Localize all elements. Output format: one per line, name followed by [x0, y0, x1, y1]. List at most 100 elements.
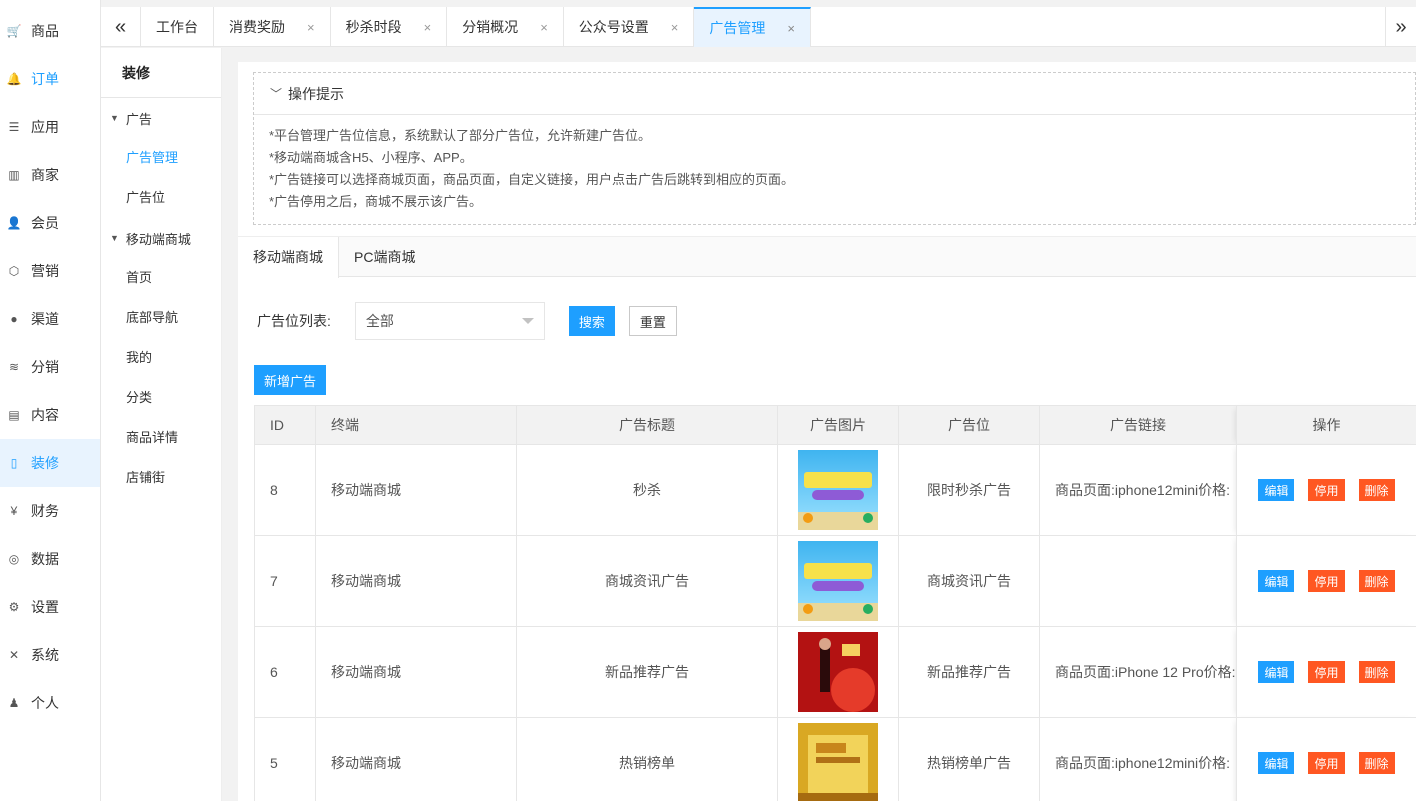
- nav-item-12[interactable]: ⚙ 设置: [0, 583, 100, 631]
- nav-item-label: 分销: [31, 359, 59, 375]
- tab-label: 公众号设置: [578, 19, 649, 35]
- tip-line: *移动端商城含H5、小程序、APP。: [269, 150, 473, 165]
- chevron-down-icon: ﹀: [270, 87, 283, 101]
- cell-terminal: 移动端商城: [315, 535, 517, 627]
- disable-button[interactable]: 停用: [1308, 570, 1345, 592]
- row-actions: 编辑 停用 删除: [1237, 479, 1416, 501]
- delete-button[interactable]: 删除: [1358, 661, 1395, 683]
- nav-item-label: 装修: [31, 455, 59, 471]
- cell-terminal: 移动端商城: [315, 717, 517, 801]
- tab-1[interactable]: 消费奖励 ×: [214, 7, 331, 47]
- table-body: 8 移动端商城 秒杀 限时秒杀广告 商品页面:iphone12mini价格: 编辑 停用 删除…: [254, 444, 1416, 801]
- position-select-value: 全部: [365, 313, 394, 329]
- terminal-tab-0[interactable]: 移动端商城: [238, 237, 339, 278]
- filter-bar: 广告位列表: 全部 搜索 重置: [257, 302, 677, 340]
- triangle-down-icon: ▼: [110, 113, 119, 123]
- disable-button[interactable]: 停用: [1308, 752, 1345, 774]
- terminal-tab-1[interactable]: PC端商城: [339, 237, 430, 277]
- nav-item-10[interactable]: ¥ 财务: [0, 487, 100, 535]
- close-icon[interactable]: ×: [671, 20, 679, 35]
- tabs-prev-icon[interactable]: «: [101, 7, 141, 47]
- subnav-group-label: 广告: [125, 111, 152, 127]
- cell-terminal: 移动端商城: [315, 626, 517, 718]
- close-icon[interactable]: ×: [424, 20, 432, 35]
- tab-5[interactable]: 广告管理 ×: [694, 7, 811, 47]
- subnav-item[interactable]: 底部导航: [101, 298, 221, 338]
- nav-item-4[interactable]: 👤 会员: [0, 199, 100, 247]
- nav-item-5[interactable]: ⬡ 营销: [0, 247, 100, 295]
- subnav-item[interactable]: 广告位: [101, 178, 221, 218]
- tab-2[interactable]: 秒杀时段 ×: [331, 7, 448, 47]
- nav-item-3[interactable]: ▥ 商家: [0, 151, 100, 199]
- ad-thumbnail: [798, 541, 878, 621]
- tabs-next-icon[interactable]: »: [1385, 7, 1416, 47]
- tips-header[interactable]: ﹀ 操作提示: [254, 73, 1415, 115]
- tab-label: 分销概况: [462, 19, 519, 35]
- subnav-item[interactable]: 商品详情: [101, 418, 221, 458]
- ad-thumbnail: [798, 450, 878, 530]
- search-button[interactable]: 搜索: [568, 306, 615, 336]
- nav-item-13[interactable]: ✕ 系统: [0, 631, 100, 679]
- col-title: 广告标题: [516, 405, 778, 445]
- close-icon[interactable]: ×: [540, 20, 548, 35]
- user-icon: 👤: [6, 216, 22, 230]
- channel-icon: ●: [10, 312, 18, 326]
- tab-0[interactable]: 工作台: [141, 7, 214, 47]
- edit-button[interactable]: 编辑: [1258, 752, 1295, 774]
- reset-button[interactable]: 重置: [628, 306, 677, 336]
- position-select[interactable]: 全部: [354, 302, 545, 340]
- subnav-item[interactable]: 广告管理: [101, 138, 221, 178]
- nav-item-0[interactable]: 🛒 商品: [0, 7, 100, 55]
- nav-item-label: 渠道: [31, 311, 59, 327]
- subnav-item[interactable]: 我的: [101, 338, 221, 378]
- nav-item-14[interactable]: ♟ 个人: [0, 679, 100, 727]
- tab-label: 广告管理: [709, 20, 766, 36]
- cell-link: 商品页面:iPhone 12 Pro价格:: [1039, 626, 1237, 718]
- edit-button[interactable]: 编辑: [1258, 570, 1295, 592]
- subnav-item[interactable]: 首页: [101, 258, 221, 298]
- nav-item-11[interactable]: ◎ 数据: [0, 535, 100, 583]
- nav-item-6[interactable]: ● 渠道: [0, 295, 100, 343]
- edit-button[interactable]: 编辑: [1258, 479, 1295, 501]
- cell-actions: 编辑 停用 删除: [1236, 535, 1416, 627]
- subnav-group-0[interactable]: ▼ 广告: [101, 98, 221, 138]
- col-id: ID: [254, 405, 316, 445]
- tab-4[interactable]: 公众号设置 ×: [564, 7, 695, 47]
- tab-label: 工作台: [156, 19, 198, 35]
- cube-icon: ⬡: [8, 264, 20, 278]
- subnav-group-1[interactable]: ▼ 移动端商城: [101, 218, 221, 258]
- nav-item-7[interactable]: ≋ 分销: [0, 343, 100, 391]
- delete-button[interactable]: 删除: [1358, 479, 1395, 501]
- main-sidebar: 🛒 商品 🔔 订单 ☰ 应用 ▥ 商家 👤 会员 ⬡ 营销 ● 渠道 ≋ 分销 ▤ 内容 ▯ 装修 ¥ 财务 ◎ 数据 ⚙ 设置 ✕…: [0, 0, 101, 801]
- cell-image: [777, 717, 899, 801]
- cell-actions: 编辑 停用 删除: [1236, 626, 1416, 718]
- nav-item-2[interactable]: ☰ 应用: [0, 103, 100, 151]
- tab-3[interactable]: 分销概况 ×: [447, 7, 564, 47]
- subnav-group-label: 移动端商城: [125, 231, 191, 247]
- tabs-bar: « 工作台 消费奖励 × 秒杀时段 × 分销概况 × 公众号设置 × 广告管理 × »: [101, 7, 1416, 47]
- cell-link: [1039, 535, 1237, 627]
- cell-id: 8: [254, 444, 316, 536]
- delete-button[interactable]: 删除: [1358, 752, 1395, 774]
- nav-item-8[interactable]: ▤ 内容: [0, 391, 100, 439]
- cell-title: 商城资讯广告: [516, 535, 778, 627]
- nav-item-label: 设置: [31, 599, 59, 615]
- book-icon: ▤: [8, 408, 20, 422]
- nav-item-9[interactable]: ▯ 装修: [0, 439, 100, 487]
- disable-button[interactable]: 停用: [1308, 479, 1345, 501]
- nav-item-1[interactable]: 🔔 订单: [0, 55, 100, 103]
- col-image: 广告图片: [777, 405, 899, 445]
- cell-image: [777, 444, 899, 536]
- edit-button[interactable]: 编辑: [1258, 661, 1295, 683]
- add-ad-button[interactable]: 新增广告: [254, 365, 327, 395]
- subnav-item[interactable]: 店铺街: [101, 458, 221, 498]
- cell-link: 商品页面:iphone12mini价格:: [1039, 717, 1237, 801]
- subnav-item[interactable]: 分类: [101, 378, 221, 418]
- close-icon[interactable]: ×: [787, 21, 795, 36]
- close-icon[interactable]: ×: [307, 20, 315, 35]
- row-actions: 编辑 停用 删除: [1237, 661, 1416, 683]
- subnav-list: ▼ 广告 广告管理 广告位 ▼ 移动端商城 首页 底部导航 我的 分类 商品详情 店铺街: [101, 98, 221, 498]
- secondary-sidebar: 装修 ▼ 广告 广告管理 广告位 ▼ 移动端商城 首页 底部导航 我的 分类 商品详情 店铺街: [101, 48, 222, 801]
- delete-button[interactable]: 删除: [1358, 570, 1395, 592]
- disable-button[interactable]: 停用: [1308, 661, 1345, 683]
